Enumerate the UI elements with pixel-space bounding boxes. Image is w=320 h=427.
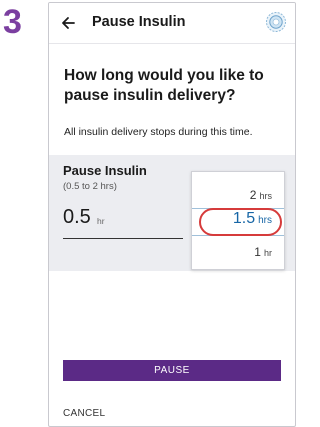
duration-range: (0.5 to 2 hrs) [63, 181, 117, 192]
pod-status-icon[interactable] [265, 11, 287, 33]
duration-value: 0.5 [63, 206, 91, 228]
instruction-step: 3 Pause Insulin How long would you like … [0, 0, 296, 427]
pause-button[interactable]: PAUSE [63, 360, 281, 381]
step-number: 3 [3, 3, 22, 41]
arrow-left-icon [62, 17, 75, 29]
phone-screen: Pause Insulin How long would you like to… [48, 2, 296, 427]
highlight-ring [199, 208, 282, 236]
field-underline [63, 238, 183, 239]
delivery-stop-note: All insulin delivery stops during this t… [64, 126, 253, 138]
picker-option-1-hr[interactable]: 1 hr [192, 243, 284, 265]
option-unit: hr [263, 248, 272, 258]
option-value: 1 [254, 245, 261, 259]
duration-unit: hr [97, 216, 105, 226]
pause-duration-question: How long would you like to pause insulin… [64, 67, 264, 104]
screen-title: Pause Insulin [92, 14, 186, 30]
picker-option-2-hrs[interactable]: 2 hrs [192, 186, 284, 208]
app-header: Pause Insulin [49, 3, 295, 44]
option-unit: hrs [259, 191, 272, 201]
pause-insulin-label: Pause Insulin [63, 163, 147, 178]
back-button[interactable] [57, 12, 79, 34]
option-value: 2 [249, 188, 257, 202]
cancel-button[interactable]: CANCEL [63, 408, 105, 419]
duration-value-field[interactable]: 0.5 hr [63, 202, 183, 240]
